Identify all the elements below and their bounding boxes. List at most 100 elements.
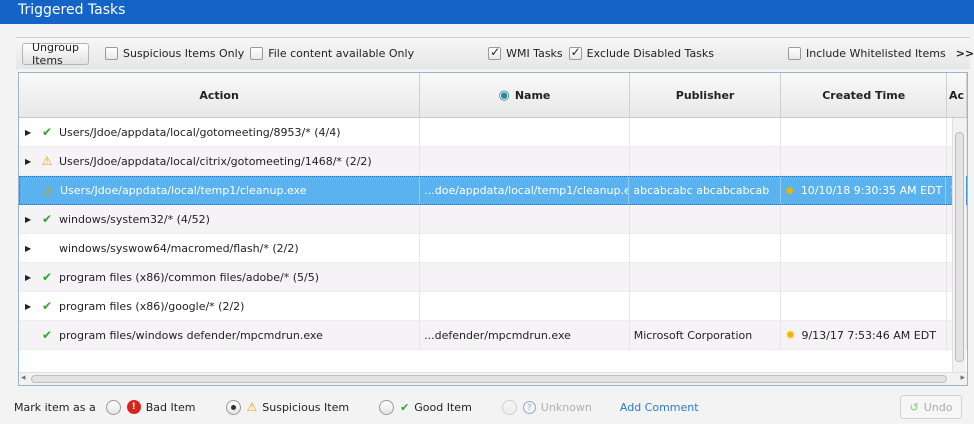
vertical-scroll-thumb[interactable] <box>955 132 964 362</box>
mark-bad-option[interactable]: ! Bad Item <box>105 399 196 415</box>
file-content-checkbox[interactable] <box>250 47 264 60</box>
undo-icon: ↺ <box>909 400 919 414</box>
exclude-disabled-checkbox[interactable] <box>568 45 582 60</box>
cell-name <box>420 118 630 146</box>
scroll-right-icon[interactable]: ▸ <box>960 373 965 383</box>
action-path: program files (x86)/common files/adobe/*… <box>59 270 320 284</box>
expand-arrow-icon[interactable]: ▶ <box>25 302 39 311</box>
cell-created-time <box>781 205 948 233</box>
created-time-value: 9/13/17 7:53:46 AM EDT <box>801 328 936 342</box>
suspicious-only-checkbox[interactable] <box>104 47 118 60</box>
cell-name: ...doe/appdata/local/temp1/cleanup.exe <box>420 177 630 204</box>
warning-icon: ⚠ <box>42 183 54 198</box>
cell-created-time <box>781 292 948 320</box>
window-title: Triggered Tasks <box>0 0 974 24</box>
table-row[interactable]: ▶ ✔ program files (x86)/common files/adobe… <box>19 263 967 292</box>
cell-created-time: ✹ 10/10/18 9:30:35 AM EDT <box>781 177 947 204</box>
expand-arrow-icon[interactable]: ▶ <box>25 273 39 282</box>
column-header-name[interactable]: ◉ Name <box>420 73 630 117</box>
table-row[interactable]: ▶ ✔ windows/system32/* (4/52) <box>19 205 967 234</box>
cell-action: ▶ ⚠ Users/Jdoe/appdata/local/citrix/gotome… <box>19 147 421 175</box>
expand-arrow-icon[interactable]: ▶ <box>25 157 39 166</box>
cell-action: ▶ ✔ Users/Jdoe/appdata/local/gotomeeting/8… <box>19 118 421 146</box>
table-row[interactable]: ▶ ✔ Users/Jdoe/appdata/local/gotomeeting/8… <box>19 118 967 147</box>
cell-publisher <box>630 234 782 262</box>
table-row[interactable]: ▶ ⚠ Users/Jdoe/appdata/local/citrix/gotome… <box>19 147 967 176</box>
cell-publisher: Microsoft Corporation <box>630 321 782 349</box>
checkmark-icon: ✔ <box>41 212 53 226</box>
action-path: Users/Jdoe/appdata/local/gotomeeting/895… <box>59 125 341 139</box>
column-header-action[interactable]: Action <box>19 73 421 117</box>
cell-action: ▶ ✔ windows/system32/* (4/52) <box>19 205 421 233</box>
filter-include-whitelisted[interactable]: Include Whitelisted Items <box>788 38 952 69</box>
cell-action: ✔ program files/windows defender/mpcmdrun… <box>19 321 421 349</box>
toolbar: Ungroup Items Suspicious Items Only File… <box>16 37 974 69</box>
name-column-icon: ◉ <box>498 87 510 103</box>
expand-arrow-icon[interactable]: ▶ <box>25 215 39 224</box>
good-item-label: Good Item <box>414 400 472 414</box>
tasks-table: Action ◉ Name Publisher Created Time Ac … <box>18 72 968 386</box>
mark-suspicious-option[interactable]: ⚠ Suspicious Item <box>225 399 350 415</box>
include-whitelisted-checkbox[interactable] <box>788 47 802 60</box>
vertical-scrollbar[interactable] <box>952 118 966 374</box>
table-row[interactable]: ⚠ Users/Jdoe/appdata/local/temp1/cleanup.… <box>19 176 967 205</box>
good-item-radio[interactable] <box>379 399 395 415</box>
column-header-created-time[interactable]: Created Time <box>781 73 948 117</box>
ungroup-items-button[interactable]: Ungroup Items <box>22 41 89 67</box>
unknown-item-radio[interactable] <box>501 399 517 415</box>
cell-publisher <box>630 205 782 233</box>
scroll-left-icon[interactable]: ◂ <box>21 373 26 383</box>
cell-created-time <box>781 234 948 262</box>
unknown-item-label: Unknown <box>540 400 592 414</box>
add-comment-link[interactable]: Add Comment <box>620 401 699 414</box>
table-header: Action ◉ Name Publisher Created Time Ac <box>19 73 967 118</box>
cell-action: ▶ ✔ program files (x86)/google/* (2/2) <box>19 292 421 320</box>
cell-publisher <box>630 263 782 291</box>
cell-name: ...defender/mpcmdrun.exe <box>420 321 630 349</box>
bad-item-radio[interactable] <box>105 399 121 415</box>
filter-wmi-tasks[interactable]: WMI Tasks <box>488 38 569 69</box>
horizontal-scroll-thumb[interactable] <box>31 375 947 383</box>
cell-action: ▶ windows/syswow64/macromed/flash/* (2/2) <box>19 234 421 262</box>
created-time-value: 10/10/18 9:30:35 AM EDT <box>800 184 943 197</box>
column-header-ac[interactable]: Ac <box>947 73 967 117</box>
main-panel: Ungroup Items Suspicious Items Only File… <box>0 24 974 424</box>
cell-created-time <box>781 118 948 146</box>
action-path: windows/system32/* (4/52) <box>59 212 210 226</box>
expand-arrow-icon[interactable]: ▶ <box>25 128 39 137</box>
warning-icon: ⚠ <box>41 154 53 168</box>
cell-publisher <box>630 118 782 146</box>
wmi-tasks-checkbox[interactable] <box>488 45 502 60</box>
table-row[interactable]: ✔ program files/windows defender/mpcmdrun… <box>19 321 967 350</box>
horizontal-scrollbar[interactable]: ◂ ▸ <box>19 372 967 385</box>
filter-exclude-disabled[interactable]: Exclude Disabled Tasks <box>568 38 720 69</box>
mark-item-label: Mark item as a <box>14 400 96 414</box>
warning-icon: ⚠ <box>246 400 258 414</box>
include-whitelisted-label: Include Whitelisted Items <box>806 47 946 60</box>
bad-item-label: Bad Item <box>145 400 196 414</box>
filter-suspicious-only[interactable]: Suspicious Items Only <box>104 38 250 69</box>
mark-unknown-option[interactable]: ? Unknown <box>501 399 592 415</box>
suspicious-item-label: Suspicious Item <box>262 400 350 414</box>
action-path: Users/Jdoe/appdata/local/citrix/gotomeet… <box>59 154 372 168</box>
cell-action: ⚠ Users/Jdoe/appdata/local/temp1/cleanup.… <box>20 177 421 204</box>
exclude-disabled-label: Exclude Disabled Tasks <box>586 47 715 60</box>
column-header-publisher[interactable]: Publisher <box>630 73 782 117</box>
wmi-tasks-label: WMI Tasks <box>506 47 563 60</box>
cell-publisher: abcabcabc abcabcabcab <box>629 177 781 204</box>
suspicious-item-radio[interactable] <box>225 399 241 415</box>
expand-arrow-icon[interactable]: ▶ <box>25 244 39 253</box>
cell-name <box>420 234 630 262</box>
table-row[interactable]: ▶ windows/syswow64/macromed/flash/* (2/2) <box>19 234 967 263</box>
toolbar-overflow-button[interactable]: >> <box>956 47 974 60</box>
table-row[interactable]: ▶ ✔ program files (x86)/google/* (2/2) <box>19 292 967 321</box>
cell-created-time <box>781 147 948 175</box>
cell-name <box>420 292 630 320</box>
action-path: windows/syswow64/macromed/flash/* (2/2) <box>59 241 299 255</box>
mark-item-bar: Mark item as a ! Bad Item ⚠ Suspicious I… <box>0 390 974 424</box>
mark-good-option[interactable]: ✔ Good Item <box>379 399 472 415</box>
bad-item-icon: ! <box>126 400 141 414</box>
undo-button[interactable]: ↺ Undo <box>900 395 962 419</box>
filter-file-content[interactable]: File content available Only <box>250 38 420 69</box>
checkmark-icon: ✔ <box>41 328 53 342</box>
